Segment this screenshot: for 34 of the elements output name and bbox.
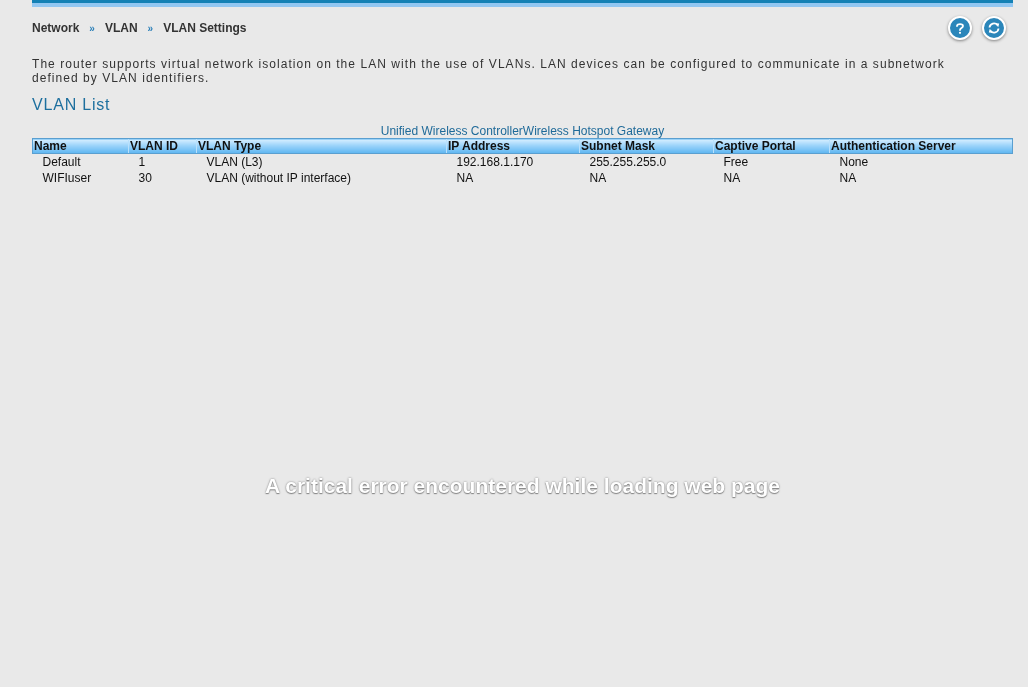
breadcrumb-link[interactable]: VLAN <box>104 21 138 35</box>
table-cell: NA <box>723 171 741 185</box>
question-mark-icon <box>956 22 964 34</box>
table-cell: NA <box>456 171 474 185</box>
table-caption: Unified Wireless ControllerWireless Hotspot Gateway <box>380 124 665 138</box>
section-title: VLAN List <box>32 95 111 115</box>
table-cell: WIFIuser <box>42 171 92 185</box>
refresh-icon <box>988 22 1000 34</box>
refresh-button[interactable] <box>982 16 1006 40</box>
breadcrumb-separator: » <box>147 22 154 34</box>
column-header: Authentication Server <box>829 138 1013 154</box>
column-header: VLAN ID <box>128 138 197 154</box>
column-header: Name <box>32 138 129 154</box>
table-cell: NA <box>839 171 857 185</box>
column-header: Subnet Mask <box>579 138 714 154</box>
error-message: A critical error encountered while loading web page <box>265 473 780 498</box>
column-header: VLAN Type <box>196 138 447 154</box>
table-cell: NA <box>589 171 607 185</box>
table-cell: Default <box>42 155 81 169</box>
breadcrumb-current: VLAN Settings <box>163 21 247 35</box>
breadcrumb-link[interactable]: Network <box>32 21 80 35</box>
breadcrumb-separator: » <box>89 22 95 34</box>
column-header: Captive Portal <box>713 138 830 154</box>
table-cell: 1 <box>138 155 146 169</box>
table-cell: None <box>839 155 869 169</box>
table-cell: VLAN (without IP interface) <box>206 171 351 185</box>
table-cell: 255.255.255.0 <box>589 155 667 169</box>
column-header: IP Address <box>446 138 580 154</box>
table-cell: VLAN (L3) <box>206 155 263 169</box>
table-cell: Free <box>723 155 749 169</box>
table-cell: 192.168.1.170 <box>456 155 534 169</box>
help-button[interactable] <box>948 16 972 40</box>
description-text: The router supports virtual network isolation on the LAN with the use of VLANs. LAN devices can be configured to communicate in a subnetwork defined by VLAN identifiers. <box>32 57 946 85</box>
table-cell: 30 <box>138 171 152 185</box>
